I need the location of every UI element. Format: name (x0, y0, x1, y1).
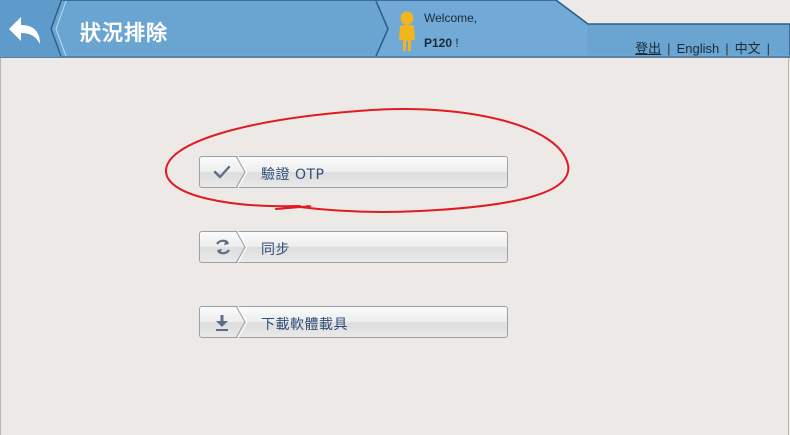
back-button[interactable] (6, 10, 46, 50)
logout-link[interactable]: 登出 (635, 41, 661, 56)
welcome-text: Welcome, (424, 11, 478, 25)
english-link[interactable]: English (677, 41, 720, 56)
chevron-divider-icon (235, 306, 248, 338)
user-icon (399, 11, 415, 51)
chevron-divider-icon (235, 231, 248, 263)
header-bar: 狀況排除 Welcome, P120 ! 登出 | English | 中文 | (0, 0, 790, 58)
link-separator: | (766, 41, 770, 56)
app-frame: 狀況排除 Welcome, P120 ! 登出 | English | 中文 | 驗證 O… (0, 0, 790, 435)
sync-label: 同步 (261, 242, 290, 258)
back-arrow-icon (9, 17, 40, 44)
download-software-label: 下載軟體載具 (261, 317, 348, 333)
page-title: 狀況排除 (80, 21, 168, 45)
link-separator: | (725, 41, 729, 56)
top-links: 登出 | English | 中文 | (635, 38, 776, 57)
download-software-button[interactable]: 下載軟體載具 (199, 306, 508, 338)
user-name: P120 ! (424, 36, 459, 50)
user-suffix: ! (455, 36, 459, 50)
chevron-divider-icon (235, 156, 248, 188)
verify-otp-label: 驗證 OTP (261, 167, 325, 183)
sync-button[interactable]: 同步 (199, 231, 508, 263)
chinese-link[interactable]: 中文 (735, 41, 761, 56)
link-separator: | (667, 41, 671, 56)
verify-otp-button[interactable]: 驗證 OTP (199, 156, 508, 188)
user-id: P120 (424, 36, 453, 50)
